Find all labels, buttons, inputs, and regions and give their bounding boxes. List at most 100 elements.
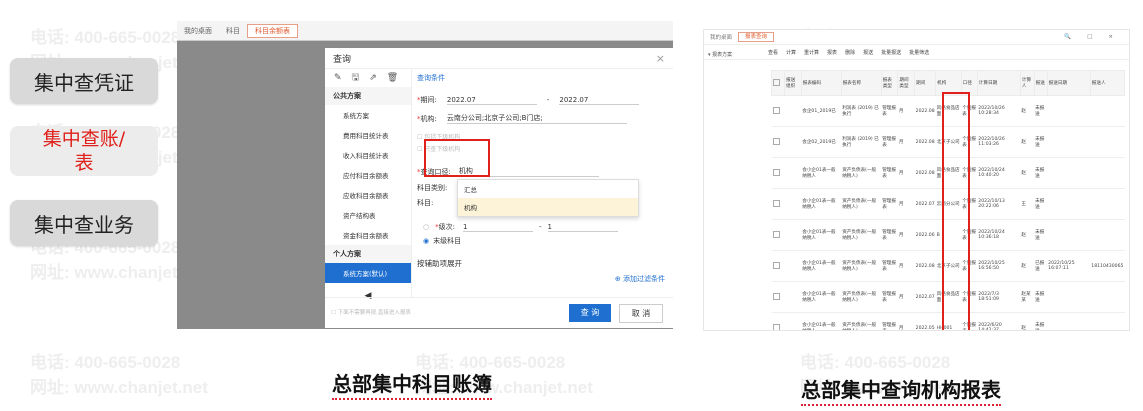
toolbar-calc[interactable]: 计算: [786, 49, 796, 56]
toolbar-batch-filter[interactable]: 批量筛选: [909, 49, 929, 56]
scheme-item[interactable]: 费用科目统计表: [325, 125, 411, 145]
table-cell: [1047, 157, 1091, 189]
table-cell: [1090, 219, 1125, 251]
table-cell: [784, 312, 802, 330]
org-field[interactable]: 云南分公司;北京子公司;B门店;: [446, 113, 627, 124]
row-checkbox[interactable]: [771, 250, 785, 282]
column-header[interactable]: 报送组织: [784, 70, 802, 96]
table-cell: 月: [897, 188, 915, 220]
scheme-item[interactable]: 资产结构表: [325, 205, 411, 225]
column-header[interactable]: 报送日期: [1046, 70, 1091, 96]
scheme-item-selected[interactable]: 系统方案(默认): [325, 263, 411, 283]
toolbar-recalc[interactable]: 重计算: [804, 49, 819, 56]
table-cell: 赵某某: [1020, 281, 1035, 313]
aux-expand-toggle[interactable]: 按辅助项展开: [417, 258, 462, 269]
table-cell: 资产负债表(一般纳税人): [841, 188, 882, 220]
row-checkbox[interactable]: [771, 95, 785, 127]
tab-desktop[interactable]: 我的桌面: [177, 26, 219, 36]
table-cell: 管理报表: [881, 281, 898, 313]
table-cell: 利润表 (2019) 已执行: [841, 95, 882, 127]
column-header[interactable]: 报表名称: [840, 70, 882, 96]
menu-item-vouchers[interactable]: 集中查凭证: [10, 58, 158, 104]
org-column-highlight: [942, 92, 970, 330]
dropdown-option-selected[interactable]: 机构: [458, 198, 638, 216]
table-cell: 管理报表: [881, 95, 898, 127]
period-to-field[interactable]: 2022.07: [559, 96, 640, 105]
save-icon[interactable]: 🖫: [352, 70, 360, 86]
tree-root[interactable]: ▾ 报表方案: [708, 52, 732, 58]
table-cell: 赵: [1020, 312, 1035, 330]
table-cell: [784, 95, 802, 127]
table-cell: 2022.08: [914, 95, 936, 127]
column-header[interactable]: 报表编码: [800, 70, 842, 96]
footer-hint[interactable]: ☐ 下面不需要再按,直接进入报表: [331, 308, 411, 316]
table-cell: 2022/10/26 10:28:34: [977, 95, 1021, 127]
tab-subjects[interactable]: 科目: [219, 26, 247, 36]
tab-balance-sheet[interactable]: 科目余额表: [247, 23, 298, 38]
toolbar-batch-submit[interactable]: 批量报送: [881, 49, 901, 56]
row-checkbox[interactable]: [771, 312, 785, 330]
row-checkbox[interactable]: [771, 126, 785, 158]
table-cell: [784, 281, 802, 313]
ledger-query-screenshot: 我的桌面 科目 科目余额表 查询 × ✎ 🖫 ⇗ 🗑 公共方案 系统方案 费用科…: [177, 21, 673, 329]
table-cell: 赵: [1020, 95, 1035, 127]
tab-desktop[interactable]: 我的桌面: [704, 33, 738, 41]
row-checkbox[interactable]: [771, 219, 785, 251]
column-header[interactable]: 期间类型: [897, 70, 916, 96]
column-header[interactable]: 报送: [1033, 70, 1048, 96]
toolbar-submit[interactable]: 报送: [863, 49, 873, 56]
select-all-checkbox[interactable]: [771, 70, 785, 96]
table-cell: 赵: [1020, 250, 1035, 282]
table-cell: 月: [897, 312, 915, 330]
dialog-title: 查询: [333, 54, 352, 65]
toolbar-report[interactable]: 报表: [827, 49, 837, 56]
query-dialog: 查询 × ✎ 🖫 ⇗ 🗑 公共方案 系统方案 费用科目统计表 收入科目统计表 应…: [325, 48, 673, 328]
table-cell: 资产负债表(一般纳税人): [841, 312, 882, 330]
column-header[interactable]: 报表类型: [880, 70, 899, 96]
scheme-item[interactable]: 资金科目余额表: [325, 225, 411, 245]
toolbar-delete[interactable]: 删除: [845, 49, 855, 56]
dropdown-option[interactable]: 汇总: [458, 180, 638, 198]
window-controls[interactable]: 🔍 □ ×: [1052, 34, 1129, 40]
table-cell: 会小企01表一般纳税人: [801, 157, 842, 189]
last-level-radio[interactable]: 末级科目: [433, 236, 461, 246]
personal-scheme-header[interactable]: 个人方案: [325, 245, 411, 263]
level-to-field[interactable]: 1: [547, 223, 618, 232]
table-cell: [1047, 188, 1091, 220]
column-header[interactable]: 计算日期: [976, 70, 1021, 96]
level-from-field[interactable]: 1: [462, 223, 533, 232]
menu-item-books-reports[interactable]: 集中查账/表: [10, 126, 158, 176]
watermark-phone: 电话: 400-665-0028: [30, 353, 181, 372]
table-cell: 未报送: [1034, 281, 1048, 313]
row-checkbox[interactable]: [771, 281, 785, 313]
scheme-item[interactable]: 应付科目余额表: [325, 165, 411, 185]
table-cell: 管理报表: [881, 219, 898, 251]
table-cell: 2022.05: [914, 312, 936, 330]
export-icon[interactable]: ⇗: [369, 73, 377, 83]
query-button[interactable]: 查 询: [569, 304, 611, 322]
column-header[interactable]: 计算人: [1019, 70, 1035, 96]
column-header[interactable]: 报送人: [1089, 70, 1126, 96]
close-icon[interactable]: ×: [656, 52, 665, 65]
table-cell: 月: [897, 157, 915, 189]
period-from-field[interactable]: 2022.07: [446, 96, 537, 105]
delete-icon[interactable]: 🗑: [387, 73, 398, 83]
edit-icon[interactable]: ✎: [334, 73, 342, 83]
report-query-screenshot: 我的桌面 报表查询 🔍 □ × 查看 计算 重计算 报表 删除 报送 批量报送 批量…: [703, 29, 1130, 331]
caption-ledger: 总部集中科目账簿: [332, 368, 492, 400]
scheme-item[interactable]: 应收科目余额表: [325, 185, 411, 205]
column-header[interactable]: 期间: [914, 70, 937, 96]
table-cell: 已报送: [1034, 250, 1048, 282]
public-scheme-header[interactable]: 公共方案: [325, 87, 411, 105]
add-filter-link[interactable]: ⊕ 添加过滤条件: [615, 274, 665, 284]
scheme-item[interactable]: 系统方案: [325, 105, 411, 125]
menu-item-business[interactable]: 集中查业务: [10, 200, 158, 246]
tab-report-query[interactable]: 报表查询: [738, 32, 775, 42]
row-checkbox[interactable]: [771, 188, 785, 220]
subject-label: 科目:: [417, 199, 434, 207]
cancel-button[interactable]: 取 消: [619, 304, 663, 323]
period-label: 期间:: [420, 96, 437, 104]
table-cell: 王: [1020, 188, 1035, 220]
scheme-item[interactable]: 收入科目统计表: [325, 145, 411, 165]
row-checkbox[interactable]: [771, 157, 785, 189]
